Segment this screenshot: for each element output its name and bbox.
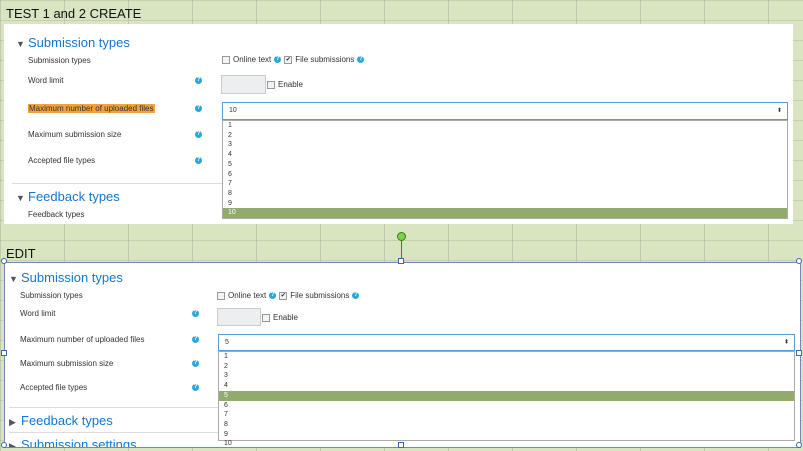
file-submissions-label: File submissions [295,55,355,64]
resize-handle[interactable] [796,350,802,356]
dropdown-option[interactable]: 5 [223,160,787,170]
dropdown-option[interactable]: 7 [223,179,787,189]
select-arrow-icon: ⬍ [783,339,789,345]
dropdown-option[interactable]: 10 [219,439,794,447]
help-icon[interactable]: ? [192,384,199,391]
feedback-types-heading[interactable]: ▶ Feedback types [9,413,113,428]
help-icon[interactable]: ? [192,310,199,317]
dropdown-option[interactable]: 9 [219,430,794,440]
word-limit-enable: Enable [262,313,298,322]
help-icon[interactable]: ? [192,336,199,343]
dropdown-option[interactable]: 2 [223,131,787,141]
dropdown-option[interactable]: 8 [223,189,787,199]
submission-types-heading[interactable]: ▼ Submission types [9,270,123,285]
resize-handle[interactable] [398,442,404,448]
dropdown-option[interactable]: 1 [223,121,787,131]
submission-type-options: Online text ? ✔ File submissions ? [222,55,365,64]
word-limit-input[interactable] [217,308,261,326]
divider [9,432,219,433]
submission-types-label: Submission types [20,291,83,300]
help-icon[interactable]: ? [274,56,282,63]
max-files-select[interactable]: 10 ⬍ [222,102,788,120]
file-submissions-checkbox[interactable]: ✔ [279,291,288,300]
help-icon[interactable]: ? [195,105,202,112]
word-limit-label: Word limit [20,309,56,318]
max-files-label: Maximum number of uploaded files [28,104,155,113]
help-icon[interactable]: ? [192,360,199,367]
caret-right-icon: ▶ [9,417,16,427]
help-icon[interactable]: ? [357,56,365,63]
create-section-title: TEST 1 and 2 CREATE [6,6,142,21]
help-icon[interactable]: ? [269,292,277,299]
help-icon[interactable]: ? [352,292,360,299]
dropdown-option[interactable]: 6 [223,170,787,180]
caret-down-icon: ▼ [9,274,18,284]
online-text-label: Online text [233,55,272,64]
accepted-types-label: Accepted file types [28,156,96,165]
file-submissions-checkbox[interactable]: ✔ [284,55,293,64]
resize-handle[interactable] [398,258,404,264]
divider [12,183,222,184]
online-text-checkbox[interactable] [222,55,230,64]
max-files-dropdown: 1 2 3 4 5 6 7 8 9 10 [218,351,795,447]
caret-down-icon: ▼ [16,39,25,49]
edit-section-title: EDIT [6,246,36,261]
resize-handle[interactable] [1,258,7,264]
enable-checkbox[interactable] [262,313,270,322]
feedback-types-heading[interactable]: ▼ Feedback types [16,189,120,204]
max-files-dropdown: 1 2 3 4 5 6 7 8 9 10 [222,120,788,219]
max-size-label: Maximum submission size [20,359,114,368]
divider [9,407,219,408]
dropdown-option[interactable]: 4 [219,381,794,391]
feedback-types-label: Feedback types [28,210,85,219]
word-limit-input[interactable] [221,75,266,94]
help-icon[interactable]: ? [195,131,202,138]
resize-handle[interactable] [796,258,802,264]
word-limit-enable: Enable [267,80,303,89]
dropdown-option[interactable]: 9 [223,199,787,209]
dropdown-option[interactable]: 1 [219,352,794,362]
submission-settings-heading[interactable]: ▶ Submission settings [9,437,137,448]
word-limit-label: Word limit [28,76,64,85]
dropdown-option[interactable]: 7 [219,410,794,420]
caret-down-icon: ▼ [16,193,25,203]
help-icon[interactable]: ? [195,157,202,164]
dropdown-option[interactable]: 2 [219,362,794,372]
edit-form-panel: ▼ Submission types Submission types Onlin… [4,262,801,448]
dropdown-option[interactable]: 3 [223,140,787,150]
submission-type-options: Online text ? ✔ File submissions ? [217,291,360,300]
dropdown-option[interactable]: 8 [219,420,794,430]
online-text-label: Online text [228,291,267,300]
file-submissions-label: File submissions [290,291,350,300]
dropdown-option[interactable]: 6 [219,401,794,411]
resize-handle[interactable] [1,442,7,448]
caret-right-icon: ▶ [9,441,16,448]
submission-types-label: Submission types [28,56,91,65]
max-files-label: Maximum number of uploaded files [20,335,145,344]
online-text-checkbox[interactable] [217,291,225,300]
rotate-handle[interactable] [397,232,406,241]
dropdown-option[interactable]: 3 [219,371,794,381]
max-files-select[interactable]: 5 ⬍ [218,334,795,351]
resize-handle[interactable] [1,350,7,356]
select-arrow-icon: ⬍ [776,108,782,114]
resize-handle[interactable] [796,442,802,448]
dropdown-option[interactable]: 5 [219,390,794,401]
submission-types-heading[interactable]: ▼ Submission types [16,35,130,50]
enable-label: Enable [273,313,298,322]
create-form-panel: ▼ Submission types Submission types Onlin… [4,24,793,224]
accepted-types-label: Accepted file types [20,383,88,392]
enable-label: Enable [278,80,303,89]
dropdown-option[interactable]: 4 [223,150,787,160]
help-icon[interactable]: ? [195,77,202,84]
enable-checkbox[interactable] [267,80,275,89]
max-size-label: Maximum submission size [28,130,122,139]
dropdown-option[interactable]: 10 [223,208,787,219]
